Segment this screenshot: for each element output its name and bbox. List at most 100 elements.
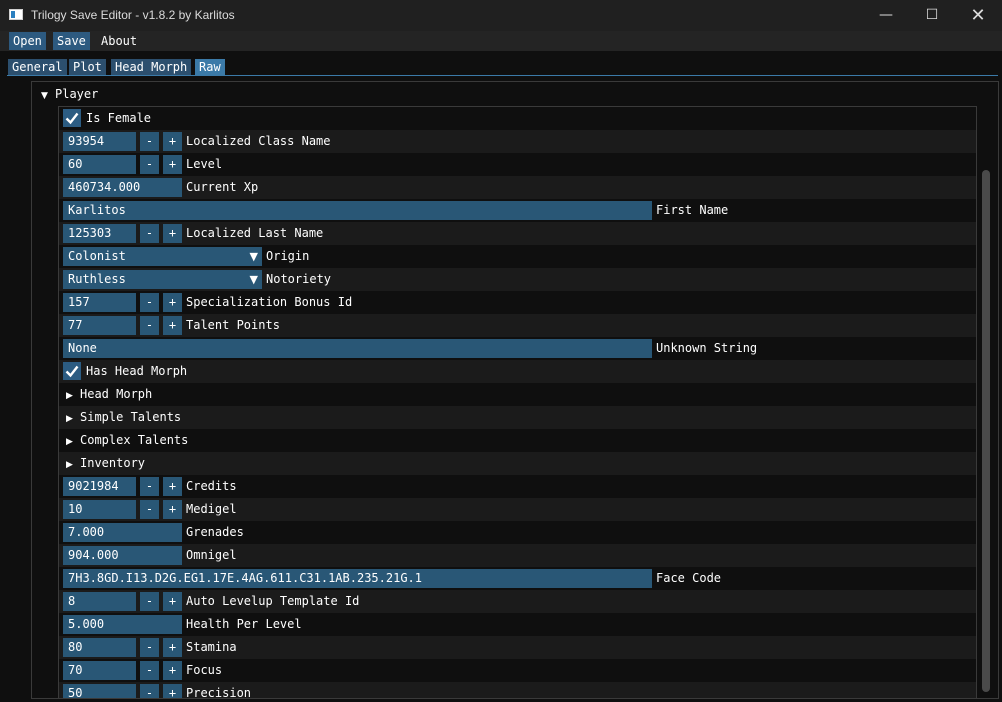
inventory-tree-node[interactable]: ▶ Inventory	[59, 452, 976, 475]
localized-class-name-decrement[interactable]: -	[140, 132, 159, 151]
caret-right-icon: ▶	[66, 460, 73, 470]
specialization-bonus-id-decrement[interactable]: -	[140, 293, 159, 312]
omnigel-label: Omnigel	[186, 548, 237, 562]
localized-last-name-input[interactable]: 125303	[63, 224, 136, 243]
tab-plot[interactable]: Plot	[69, 59, 106, 76]
unknown-string-label: Unknown String	[656, 341, 758, 355]
precision-decrement[interactable]: -	[140, 684, 159, 698]
is-female-checkbox[interactable]	[63, 109, 81, 127]
stamina-row: 80 - + Stamina	[59, 636, 976, 659]
medigel-label: Medigel	[186, 502, 237, 516]
omnigel-row: 904.000 Omnigel	[59, 544, 976, 567]
precision-label: Precision	[186, 686, 252, 699]
stamina-label: Stamina	[186, 640, 237, 654]
head-morph-tree-label: Head Morph	[80, 387, 153, 401]
specialization-bonus-id-increment[interactable]: +	[163, 293, 182, 312]
minimize-button[interactable]: —	[863, 0, 909, 31]
localized-class-name-label: Localized Class Name	[186, 134, 331, 148]
precision-input[interactable]: 50	[63, 684, 136, 698]
tab-raw[interactable]: Raw	[195, 59, 225, 76]
maximize-button[interactable]: ☐	[909, 0, 955, 31]
has-head-morph-checkbox[interactable]	[63, 362, 81, 380]
triangle-down-icon: ▼	[249, 273, 258, 286]
health-per-level-row: 5.000 Health Per Level	[59, 613, 976, 636]
first-name-input[interactable]: Karlitos	[63, 201, 652, 220]
localized-last-name-increment[interactable]: +	[163, 224, 182, 243]
notoriety-row: Ruthless ▼ Notoriety	[59, 268, 976, 291]
first-name-label: First Name	[656, 203, 729, 217]
complex-talents-tree-node[interactable]: ▶ Complex Talents	[59, 429, 976, 452]
window-title: Trilogy Save Editor - v1.8.2 by Karlitos	[31, 8, 235, 22]
current-xp-label: Current Xp	[186, 180, 259, 194]
inventory-tree-label: Inventory	[80, 456, 146, 470]
auto-levelup-template-id-increment[interactable]: +	[163, 592, 182, 611]
tab-underline	[7, 75, 998, 76]
is-female-label: Is Female	[86, 111, 152, 125]
caret-down-icon: ▼	[41, 91, 48, 101]
simple-talents-tree-node[interactable]: ▶ Simple Talents	[59, 406, 976, 429]
medigel-decrement[interactable]: -	[140, 500, 159, 519]
focus-increment[interactable]: +	[163, 661, 182, 680]
localized-last-name-decrement[interactable]: -	[140, 224, 159, 243]
unknown-string-row: None Unknown String	[59, 337, 976, 360]
credits-input[interactable]: 9021984	[63, 477, 136, 496]
player-tree-node[interactable]: ▼ Player	[41, 85, 98, 103]
auto-levelup-template-id-row: 8 - + Auto Levelup Template Id	[59, 590, 976, 613]
auto-levelup-template-id-label: Auto Levelup Template Id	[186, 594, 360, 608]
credits-label: Credits	[186, 479, 237, 493]
health-per-level-label: Health Per Level	[186, 617, 302, 631]
origin-label: Origin	[266, 249, 310, 263]
focus-label: Focus	[186, 663, 223, 677]
focus-row: 70 - + Focus	[59, 659, 976, 682]
credits-decrement[interactable]: -	[140, 477, 159, 496]
health-per-level-input[interactable]: 5.000	[63, 615, 182, 634]
localized-class-name-increment[interactable]: +	[163, 132, 182, 151]
talent-points-label: Talent Points	[186, 318, 280, 332]
tab-general[interactable]: General	[8, 59, 67, 76]
talent-points-decrement[interactable]: -	[140, 316, 159, 335]
level-row: 60 - + Level	[59, 153, 976, 176]
caret-right-icon: ▶	[66, 437, 73, 447]
focus-input[interactable]: 70	[63, 661, 136, 680]
stamina-increment[interactable]: +	[163, 638, 182, 657]
tab-bar: General Plot Head Morph Raw	[0, 51, 1002, 77]
talent-points-input[interactable]: 77	[63, 316, 136, 335]
grenades-input[interactable]: 7.000	[63, 523, 182, 542]
scrollbar-thumb[interactable]	[982, 170, 990, 692]
credits-increment[interactable]: +	[163, 477, 182, 496]
auto-levelup-template-id-decrement[interactable]: -	[140, 592, 159, 611]
level-input[interactable]: 60	[63, 155, 136, 174]
check-icon	[65, 112, 79, 125]
auto-levelup-template-id-input[interactable]: 8	[63, 592, 136, 611]
talent-points-increment[interactable]: +	[163, 316, 182, 335]
menu-open[interactable]: Open	[9, 32, 46, 50]
complex-talents-tree-label-wrap: ▶ Complex Talents	[66, 431, 188, 450]
close-button[interactable]: ✕	[955, 0, 1001, 31]
unknown-string-input[interactable]: None	[63, 339, 652, 358]
level-decrement[interactable]: -	[140, 155, 159, 174]
stamina-decrement[interactable]: -	[140, 638, 159, 657]
origin-select[interactable]: Colonist ▼	[63, 247, 262, 266]
focus-decrement[interactable]: -	[140, 661, 159, 680]
credits-row: 9021984 - + Credits	[59, 475, 976, 498]
level-increment[interactable]: +	[163, 155, 182, 174]
stamina-input[interactable]: 80	[63, 638, 136, 657]
omnigel-input[interactable]: 904.000	[63, 546, 182, 565]
face-code-input[interactable]: 7H3.8GD.I13.D2G.EG1.17E.4AG.611.C31.1AB.…	[63, 569, 652, 588]
head-morph-tree-node[interactable]: ▶ Head Morph	[59, 383, 976, 406]
specialization-bonus-id-input[interactable]: 157	[63, 293, 136, 312]
tab-head-morph[interactable]: Head Morph	[111, 59, 192, 76]
localized-class-name-input[interactable]: 93954	[63, 132, 136, 151]
notoriety-select[interactable]: Ruthless ▼	[63, 270, 262, 289]
medigel-increment[interactable]: +	[163, 500, 182, 519]
precision-increment[interactable]: +	[163, 684, 182, 698]
face-code-row: 7H3.8GD.I13.D2G.EG1.17E.4AG.611.C31.1AB.…	[59, 567, 976, 590]
current-xp-row: 460734.000 Current Xp	[59, 176, 976, 199]
medigel-input[interactable]: 10	[63, 500, 136, 519]
head-morph-tree-label-wrap: ▶ Head Morph	[66, 385, 152, 404]
current-xp-input[interactable]: 460734.000	[63, 178, 182, 197]
menu-save[interactable]: Save	[53, 32, 90, 50]
menu-about[interactable]: About	[97, 32, 141, 50]
grenades-row: 7.000 Grenades	[59, 521, 976, 544]
is-female-row: Is Female	[59, 107, 976, 130]
